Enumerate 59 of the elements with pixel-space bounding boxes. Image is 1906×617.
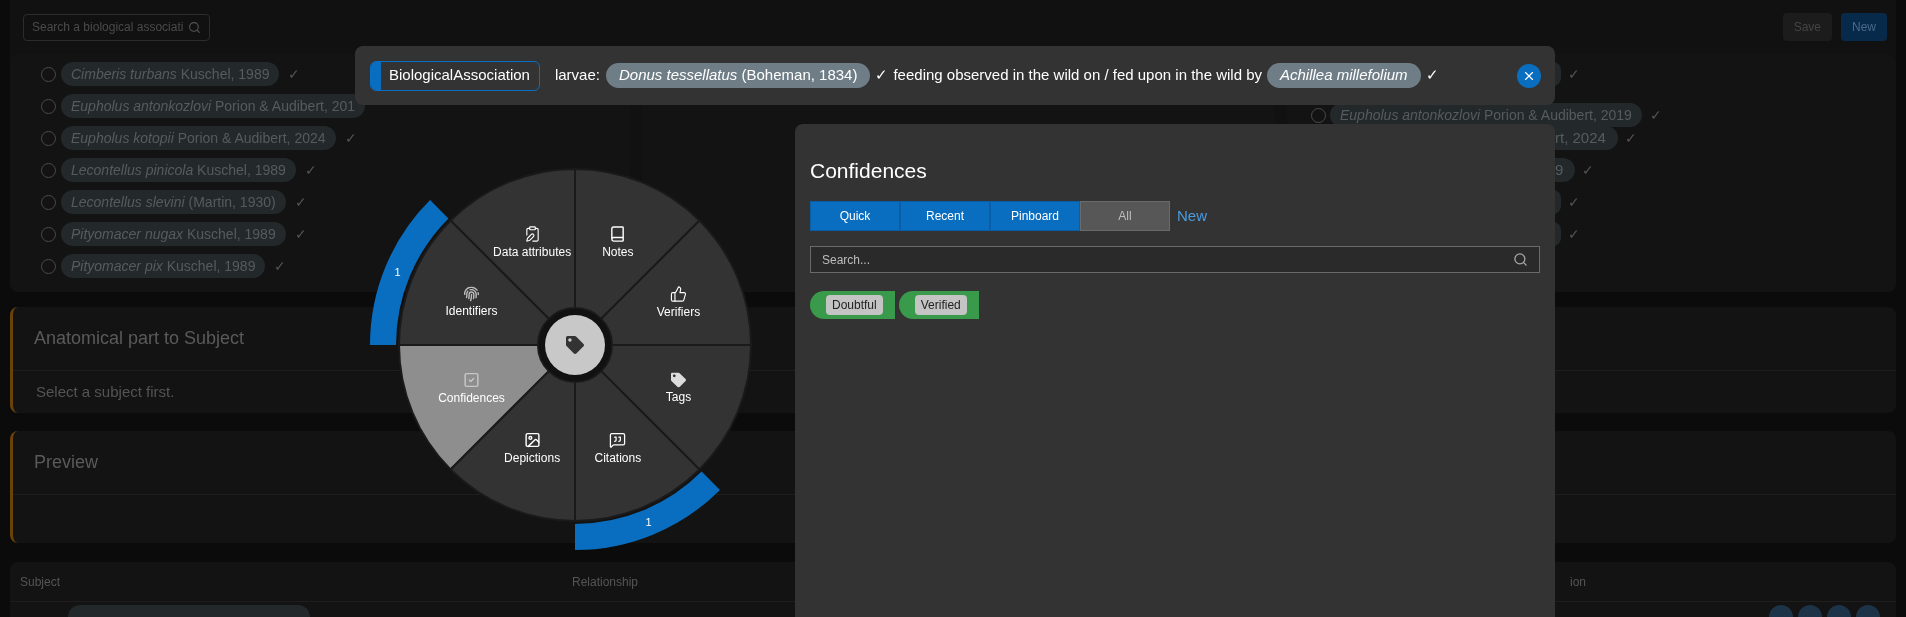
check-mark: ✓ xyxy=(294,224,307,244)
center-button[interactable] xyxy=(545,315,605,375)
menu-sector[interactable] xyxy=(574,168,701,320)
quote-bubble-icon xyxy=(609,431,627,449)
tag-icon xyxy=(670,372,686,388)
section-title: Preview xyxy=(34,451,99,474)
taxon-pill: Donus tessellatus (Boheman, 1834) xyxy=(605,63,871,88)
check-mark: ✓ xyxy=(1568,224,1580,244)
confidence-tag[interactable]: Verified xyxy=(898,291,979,319)
check-mark: ✓ xyxy=(1568,64,1580,84)
check-mark: ✓ xyxy=(304,160,317,180)
tab[interactable]: Pinboard xyxy=(990,201,1080,231)
clipboard-pen-icon xyxy=(523,225,541,242)
tag-icon xyxy=(566,336,584,354)
role-label: larvae: xyxy=(554,65,600,86)
tab[interactable]: Quick xyxy=(810,201,900,231)
check-mark: ✓ xyxy=(1582,160,1595,180)
close-button[interactable] xyxy=(1517,63,1541,88)
check-mark: ✓ xyxy=(344,128,357,148)
count-label: 1 xyxy=(645,516,652,529)
check-mark: ✓ xyxy=(875,65,889,86)
checkbox-icon xyxy=(463,371,480,389)
hint-text: Select a subject first. xyxy=(36,381,175,402)
relationship-text: feeding observed in the wild on / fed upon in the wild by xyxy=(893,65,1262,86)
book-icon xyxy=(609,225,627,242)
image-icon xyxy=(523,431,541,449)
check-mark: ✓ xyxy=(1624,128,1637,148)
tab[interactable]: Recent xyxy=(900,201,990,231)
column-header: Subject xyxy=(20,573,62,591)
confidence-tag[interactable]: Doubtful xyxy=(810,291,895,319)
fingerprint-icon xyxy=(464,286,479,302)
column-header: ion xyxy=(1570,573,1586,591)
thumbs-up-icon xyxy=(669,285,687,303)
sector-label: Identifiers xyxy=(444,304,499,318)
check-mark: ✓ xyxy=(294,192,307,212)
check-mark: ✓ xyxy=(288,64,301,84)
search-field[interactable]: Search... xyxy=(810,246,1540,273)
taxon-pill: Achillea millefolium xyxy=(1267,63,1421,88)
section-title: Anatomical part to Subject xyxy=(34,327,245,350)
sector-label: Confidences xyxy=(437,391,506,405)
check-mark: ✓ xyxy=(1425,65,1439,86)
new-link[interactable]: New xyxy=(1177,204,1207,228)
sector-label: Data attributes xyxy=(492,245,573,258)
sector-label: Verifiers xyxy=(655,305,702,319)
search-icon xyxy=(1513,252,1528,267)
sector-label: Citations xyxy=(593,451,643,465)
check-mark: ✓ xyxy=(1649,105,1662,125)
sector-label: Notes xyxy=(601,245,635,258)
panel-title: Confidences xyxy=(810,158,928,184)
sector-label: Tags xyxy=(664,390,693,404)
check-mark: ✓ xyxy=(1568,192,1580,212)
type-badge: BiologicalAssociation xyxy=(370,60,540,91)
count-label: 1 xyxy=(394,265,401,278)
column-header: Relationship xyxy=(572,573,640,591)
tab[interactable]: All xyxy=(1080,201,1170,231)
menu-sector[interactable] xyxy=(600,219,752,346)
check-mark: ✓ xyxy=(274,256,287,276)
search-icon xyxy=(188,20,201,34)
sector-label: Depictions xyxy=(503,451,562,465)
